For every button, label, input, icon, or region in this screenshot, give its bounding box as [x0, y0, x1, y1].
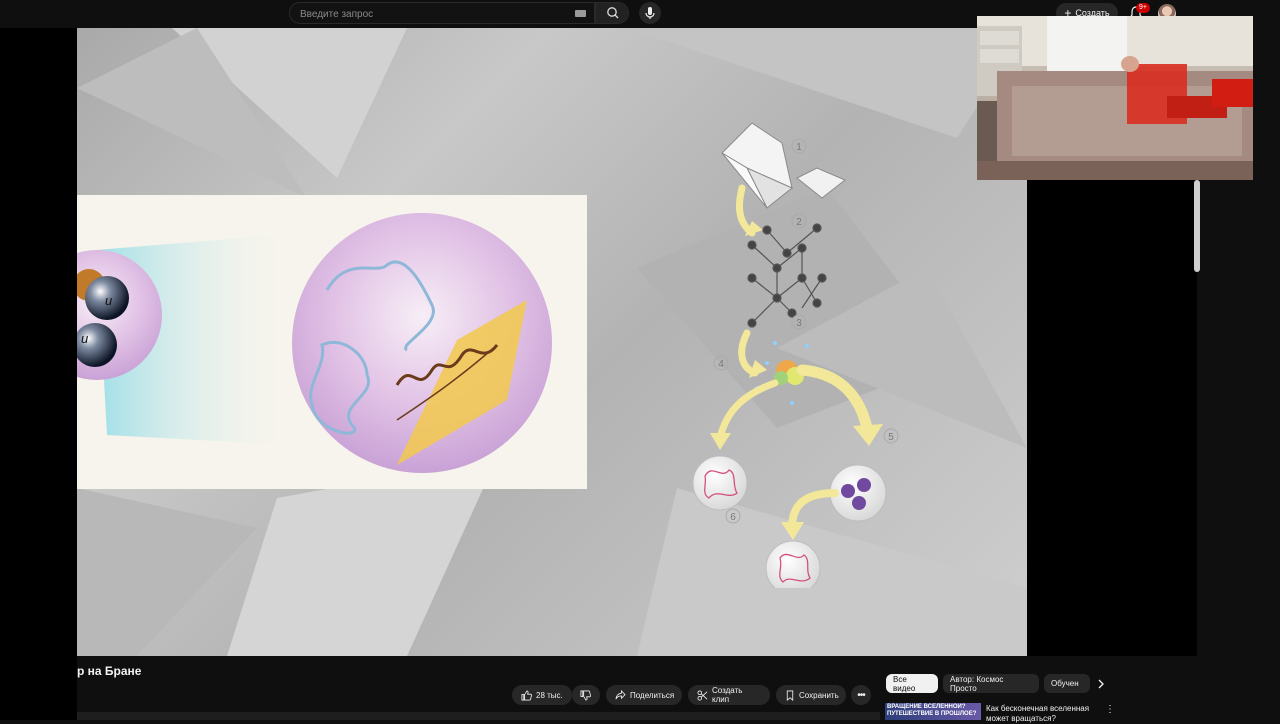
- left-gutter: [0, 0, 77, 720]
- share-label: Поделиться: [630, 690, 675, 700]
- save-button[interactable]: Сохранить: [776, 685, 846, 705]
- step-2-label: 2: [796, 217, 802, 228]
- quark-label-top: u: [105, 293, 112, 308]
- inset-illustration: u u: [77, 195, 587, 489]
- string-bubble-bottom: [765, 540, 821, 588]
- more-horizontal-icon: •••: [857, 689, 865, 701]
- recommendation-title[interactable]: Как бесконечная вселенная может вращатьс…: [986, 704, 1096, 724]
- save-label: Сохранить: [799, 690, 839, 700]
- formation-diagram: 1 2 3 4 5 6: [692, 122, 899, 588]
- share-icon: [615, 689, 626, 699]
- webcam-overlay: [977, 16, 1253, 180]
- kebab-menu-icon[interactable]: ⋮: [1105, 704, 1115, 715]
- clip-button[interactable]: Создать клип: [688, 685, 770, 705]
- like-button[interactable]: 28 тыс.: [512, 685, 572, 705]
- clip-label: Создать клип: [712, 686, 743, 704]
- description-area: [77, 712, 880, 720]
- scissors-icon: [697, 690, 708, 700]
- keyboard-icon[interactable]: [575, 10, 586, 17]
- thumbs-up-icon: [521, 690, 532, 700]
- search-icon: [607, 7, 619, 19]
- video-title: р на Бране: [77, 664, 142, 678]
- step-3-label: 3: [796, 318, 802, 329]
- voice-search-button[interactable]: [639, 2, 661, 24]
- search-button[interactable]: [595, 2, 629, 24]
- step-5-label: 5: [888, 432, 894, 443]
- chip-all-videos[interactable]: Все видео: [886, 674, 938, 693]
- chevron-right-icon[interactable]: [1096, 678, 1106, 690]
- step-1-label: 1: [796, 142, 802, 153]
- atom-lattice-icon: [747, 223, 827, 328]
- scrollbar-thumb[interactable]: [1194, 180, 1200, 272]
- share-button[interactable]: Поделиться: [606, 685, 682, 705]
- string-bubble-left: [692, 455, 748, 511]
- microphone-icon: [645, 7, 655, 19]
- quark-label-bottom: u: [81, 331, 88, 346]
- like-count: 28 тыс.: [536, 690, 563, 700]
- more-actions-button[interactable]: •••: [851, 685, 871, 705]
- notifications-badge: 9+: [1136, 3, 1150, 13]
- search-box[interactable]: [289, 2, 595, 24]
- chip-education[interactable]: Обучен: [1044, 674, 1090, 693]
- room-scene: [977, 16, 1253, 180]
- recommendation-thumbnail[interactable]: ВРАЩЕНИЕ ВСЕЛЕННОЙ? ПУТЕШЕСТВИЕ В ПРОШЛО…: [885, 703, 981, 720]
- video-player[interactable]: u u 1 2 3 4 5 6: [77, 28, 1027, 656]
- right-panel-dark: [1027, 180, 1197, 656]
- step-6-label: 6: [730, 512, 736, 523]
- dislike-button[interactable]: [572, 685, 600, 705]
- quark-string-illustration: u u: [77, 213, 552, 473]
- bookmark-icon: [786, 690, 794, 701]
- thumbs-down-icon: [580, 690, 591, 700]
- search-input[interactable]: [298, 6, 562, 23]
- step-4-label: 4: [718, 359, 724, 370]
- chip-author[interactable]: Автор: Космос Просто: [943, 674, 1039, 693]
